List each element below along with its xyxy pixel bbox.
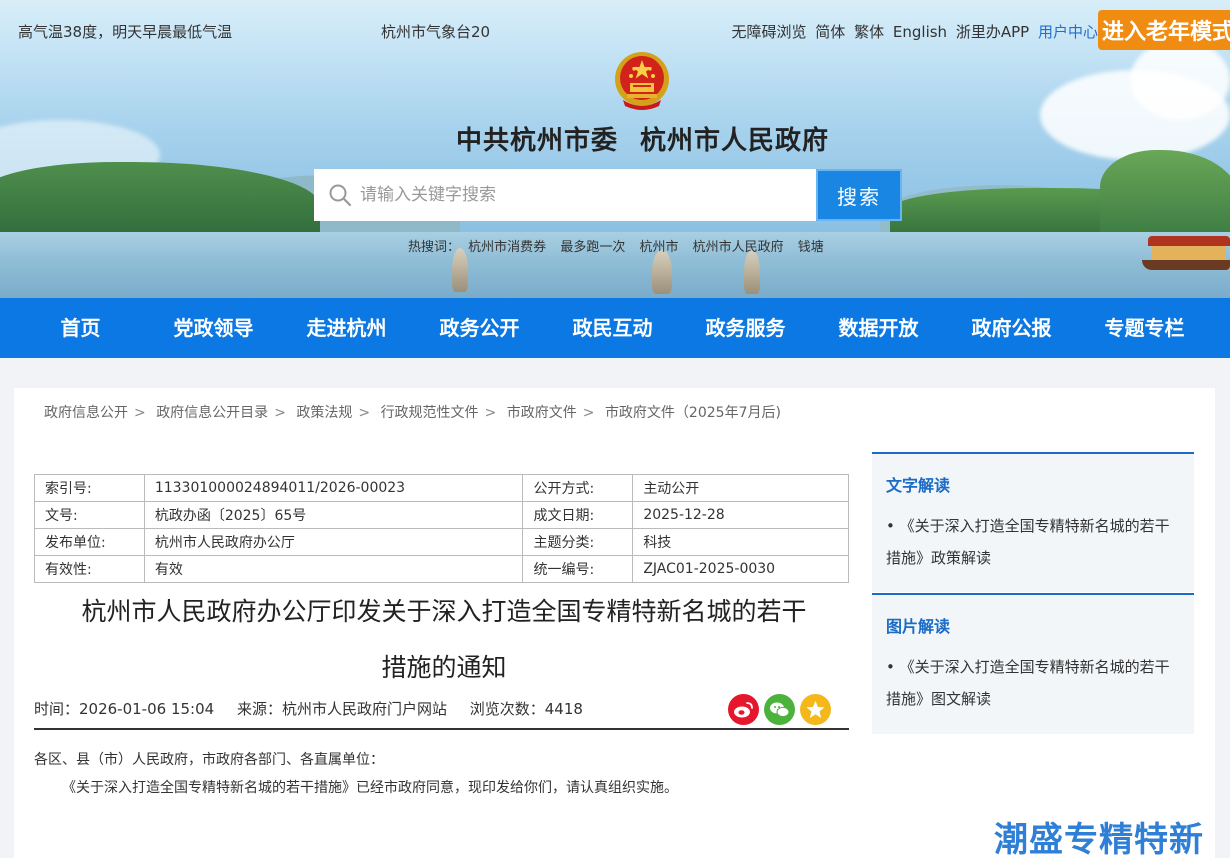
article-title-line: 杭州市人民政府办公厅印发关于深入打造全国专精特新名城的若干 <box>81 597 807 626</box>
nav-item-government-disclosure[interactable]: 政务公开 <box>413 298 546 358</box>
breadcrumb-item[interactable]: 行政规范性文件 <box>381 405 479 421</box>
meta-key: 索引号: <box>34 474 145 502</box>
text-reading-box: 文字解读 • 《关于深入打造全国专精特新名城的若干措施》政策解读 <box>872 452 1194 592</box>
meta-key: 统一编号: <box>522 555 634 583</box>
meta-value: 杭政办函〔2025〕65号 <box>143 501 524 529</box>
breadcrumb-item[interactable]: 市政府文件（2025年7月后) <box>605 405 781 421</box>
breadcrumb-separator: > <box>358 405 371 421</box>
weather-ticker: 高气温38度，明天早晨最低气温 <box>18 23 233 41</box>
nav-item-services[interactable]: 政务服务 <box>679 298 812 358</box>
breadcrumb-item[interactable]: 政府信息公开目录 <box>156 405 268 421</box>
meta-key: 公开方式: <box>522 474 634 502</box>
pagoda-decoration <box>744 250 760 294</box>
hot-search-label: 热搜词： <box>408 240 461 255</box>
article-source: 来源：杭州市人民政府门户网站 <box>236 700 447 718</box>
accessibility-link[interactable]: 无障碍浏览 <box>732 23 807 41</box>
breadcrumb-separator: > <box>582 405 595 421</box>
weibo-icon <box>734 702 753 718</box>
nav-item-about-hangzhou[interactable]: 走进杭州 <box>280 298 413 358</box>
english-link[interactable]: English <box>893 23 947 41</box>
image-reading-title: 图片解读 <box>886 617 951 636</box>
article-paragraph: 《关于深入打造全国专精特新名城的若干措施》已经市政府同意，现印发给你们，请认真组… <box>62 780 678 796</box>
meta-key: 发布单位: <box>34 528 145 556</box>
meta-key: 有效性: <box>34 555 145 583</box>
meta-value: 科技 <box>632 528 849 556</box>
article-info: 时间：2026-01-06 15:04 来源：杭州市人民政府门户网站 浏览次数：… <box>34 698 601 719</box>
elder-mode-button[interactable]: 进入老年模式 <box>1098 10 1230 50</box>
meta-value: 杭州市人民政府办公厅 <box>143 528 524 556</box>
article-salutation: 各区、县（市）人民政府，市政府各部门、各直属单位： <box>34 752 384 768</box>
breadcrumb-item[interactable]: 政策法规 <box>296 405 352 421</box>
top-links: 无障碍浏览 简体 繁体 English 浙里办APP 用户中心 <box>728 21 1099 42</box>
text-reading-link[interactable]: • 《关于深入打造全国专精特新名城的若干措施》政策解读 <box>886 510 1182 574</box>
table-row: 发布单位: 杭州市人民政府办公厅 主题分类: 科技 <box>34 528 849 556</box>
weather-ticker-source: 杭州市气象台20 <box>381 23 491 41</box>
zheliban-app-link[interactable]: 浙里办APP <box>956 23 1029 41</box>
pagoda-decoration <box>652 250 672 294</box>
breadcrumb-item[interactable]: 政府信息公开 <box>44 405 128 421</box>
search-input[interactable] <box>314 169 816 221</box>
image-reading-box: 图片解读 • 《关于深入打造全国专精特新名城的若干措施》图文解读 <box>872 593 1194 734</box>
article-body: 各区、县（市）人民政府，市政府各部门、各直属单位： 《关于深入打造全国专精特新名… <box>34 746 849 802</box>
content-panel: 政府信息公开 > 政府信息公开目录 > 政策法规 > 行政规范性文件 > 市政府文件 > … <box>14 388 1215 858</box>
nav-item-special-topics[interactable]: 专题专栏 <box>1078 298 1211 358</box>
hot-word[interactable]: 最多跑一次 <box>560 240 625 255</box>
share-wechat-button[interactable] <box>764 694 795 725</box>
meta-key: 成文日期: <box>522 501 634 529</box>
meta-value: 2025-12-28 <box>632 501 849 529</box>
breadcrumb-separator: > <box>484 405 497 421</box>
meta-value: 主动公开 <box>632 474 849 502</box>
nav-item-leaders[interactable]: 党政领导 <box>147 298 280 358</box>
main-nav: 首页 党政领导 走进杭州 政务公开 政民互动 政务服务 数据开放 政府公报 专题… <box>0 298 1230 358</box>
table-row: 索引号: 113301000024894011/2026-00023 公开方式:… <box>34 474 849 502</box>
breadcrumb-separator: > <box>274 405 286 421</box>
hot-search-words: 热搜词： 杭州市消费券 最多跑一次 杭州市 杭州市人民政府 钱塘 <box>408 236 834 255</box>
article-title: 杭州市人民政府办公厅印发关于深入打造全国专精特新名城的若干 措施的通知 <box>44 584 844 696</box>
nav-item-home[interactable]: 首页 <box>14 298 147 358</box>
traditional-chinese-link[interactable]: 繁体 <box>854 23 884 41</box>
breadcrumb: 政府信息公开 > 政府信息公开目录 > 政策法规 > 行政规范性文件 > 市政府文件 > … <box>44 402 781 422</box>
cloud-decoration <box>1130 40 1230 120</box>
favorite-button[interactable] <box>800 694 831 725</box>
hot-word[interactable]: 杭州市人民政府 <box>693 240 784 255</box>
breadcrumb-item[interactable]: 市政府文件 <box>507 405 577 421</box>
publish-time: 时间：2026-01-06 15:04 <box>34 700 215 718</box>
site-title: 中共杭州市委 杭州市人民政府 <box>455 126 830 156</box>
view-count: 浏览次数：4418 <box>469 700 583 718</box>
wechat-icon <box>770 702 790 718</box>
hot-word[interactable]: 钱塘 <box>798 240 824 255</box>
tree-decoration <box>1100 150 1230 242</box>
image-reading-link[interactable]: • 《关于深入打造全国专精特新名城的若干措施》图文解读 <box>886 651 1182 715</box>
hot-word[interactable]: 杭州市消费券 <box>468 240 546 255</box>
search-icon <box>329 184 352 207</box>
simplified-chinese-link[interactable]: 简体 <box>815 23 845 41</box>
meta-value: 有效 <box>143 555 524 583</box>
table-row: 有效性: 有效 统一编号: ZJAC01-2025-0030 <box>34 555 849 583</box>
table-row: 文号: 杭政办函〔2025〕65号 成文日期: 2025-12-28 <box>34 501 849 529</box>
meta-key: 主题分类: <box>522 528 634 556</box>
top-bar: 高气温38度，明天早晨最低气温 杭州市气象台20 无障碍浏览 简体 繁体 Eng… <box>0 10 1230 50</box>
national-emblem-icon <box>615 52 669 110</box>
share-weibo-button[interactable] <box>728 694 759 725</box>
meta-value: ZJAC01-2025-0030 <box>632 555 849 583</box>
floating-promo-banner[interactable]: 潮盛专精特新 <box>994 812 1204 858</box>
nav-item-open-data[interactable]: 数据开放 <box>812 298 945 358</box>
header-banner: 高气温38度，明天早晨最低气温 杭州市气象台20 无障碍浏览 简体 繁体 Eng… <box>0 0 1230 298</box>
meta-key: 文号: <box>34 501 145 529</box>
hot-word[interactable]: 杭州市 <box>639 240 678 255</box>
breadcrumb-separator: > <box>134 405 146 421</box>
search-button[interactable]: 搜索 <box>816 169 902 221</box>
text-reading-title: 文字解读 <box>886 476 951 495</box>
user-center-link[interactable]: 用户中心 <box>1038 23 1098 41</box>
meta-value: 113301000024894011/2026-00023 <box>143 474 524 502</box>
nav-item-gazette[interactable]: 政府公报 <box>945 298 1078 358</box>
search-bar: 搜索 <box>314 169 902 221</box>
star-icon <box>806 701 825 718</box>
document-meta-table: 索引号: 113301000024894011/2026-00023 公开方式:… <box>34 474 849 583</box>
article-info-bar: 时间：2026-01-06 15:04 来源：杭州市人民政府门户网站 浏览次数：… <box>34 688 849 730</box>
tree-decoration <box>0 162 320 242</box>
nav-item-interaction[interactable]: 政民互动 <box>546 298 679 358</box>
boat-decoration <box>1142 236 1230 272</box>
